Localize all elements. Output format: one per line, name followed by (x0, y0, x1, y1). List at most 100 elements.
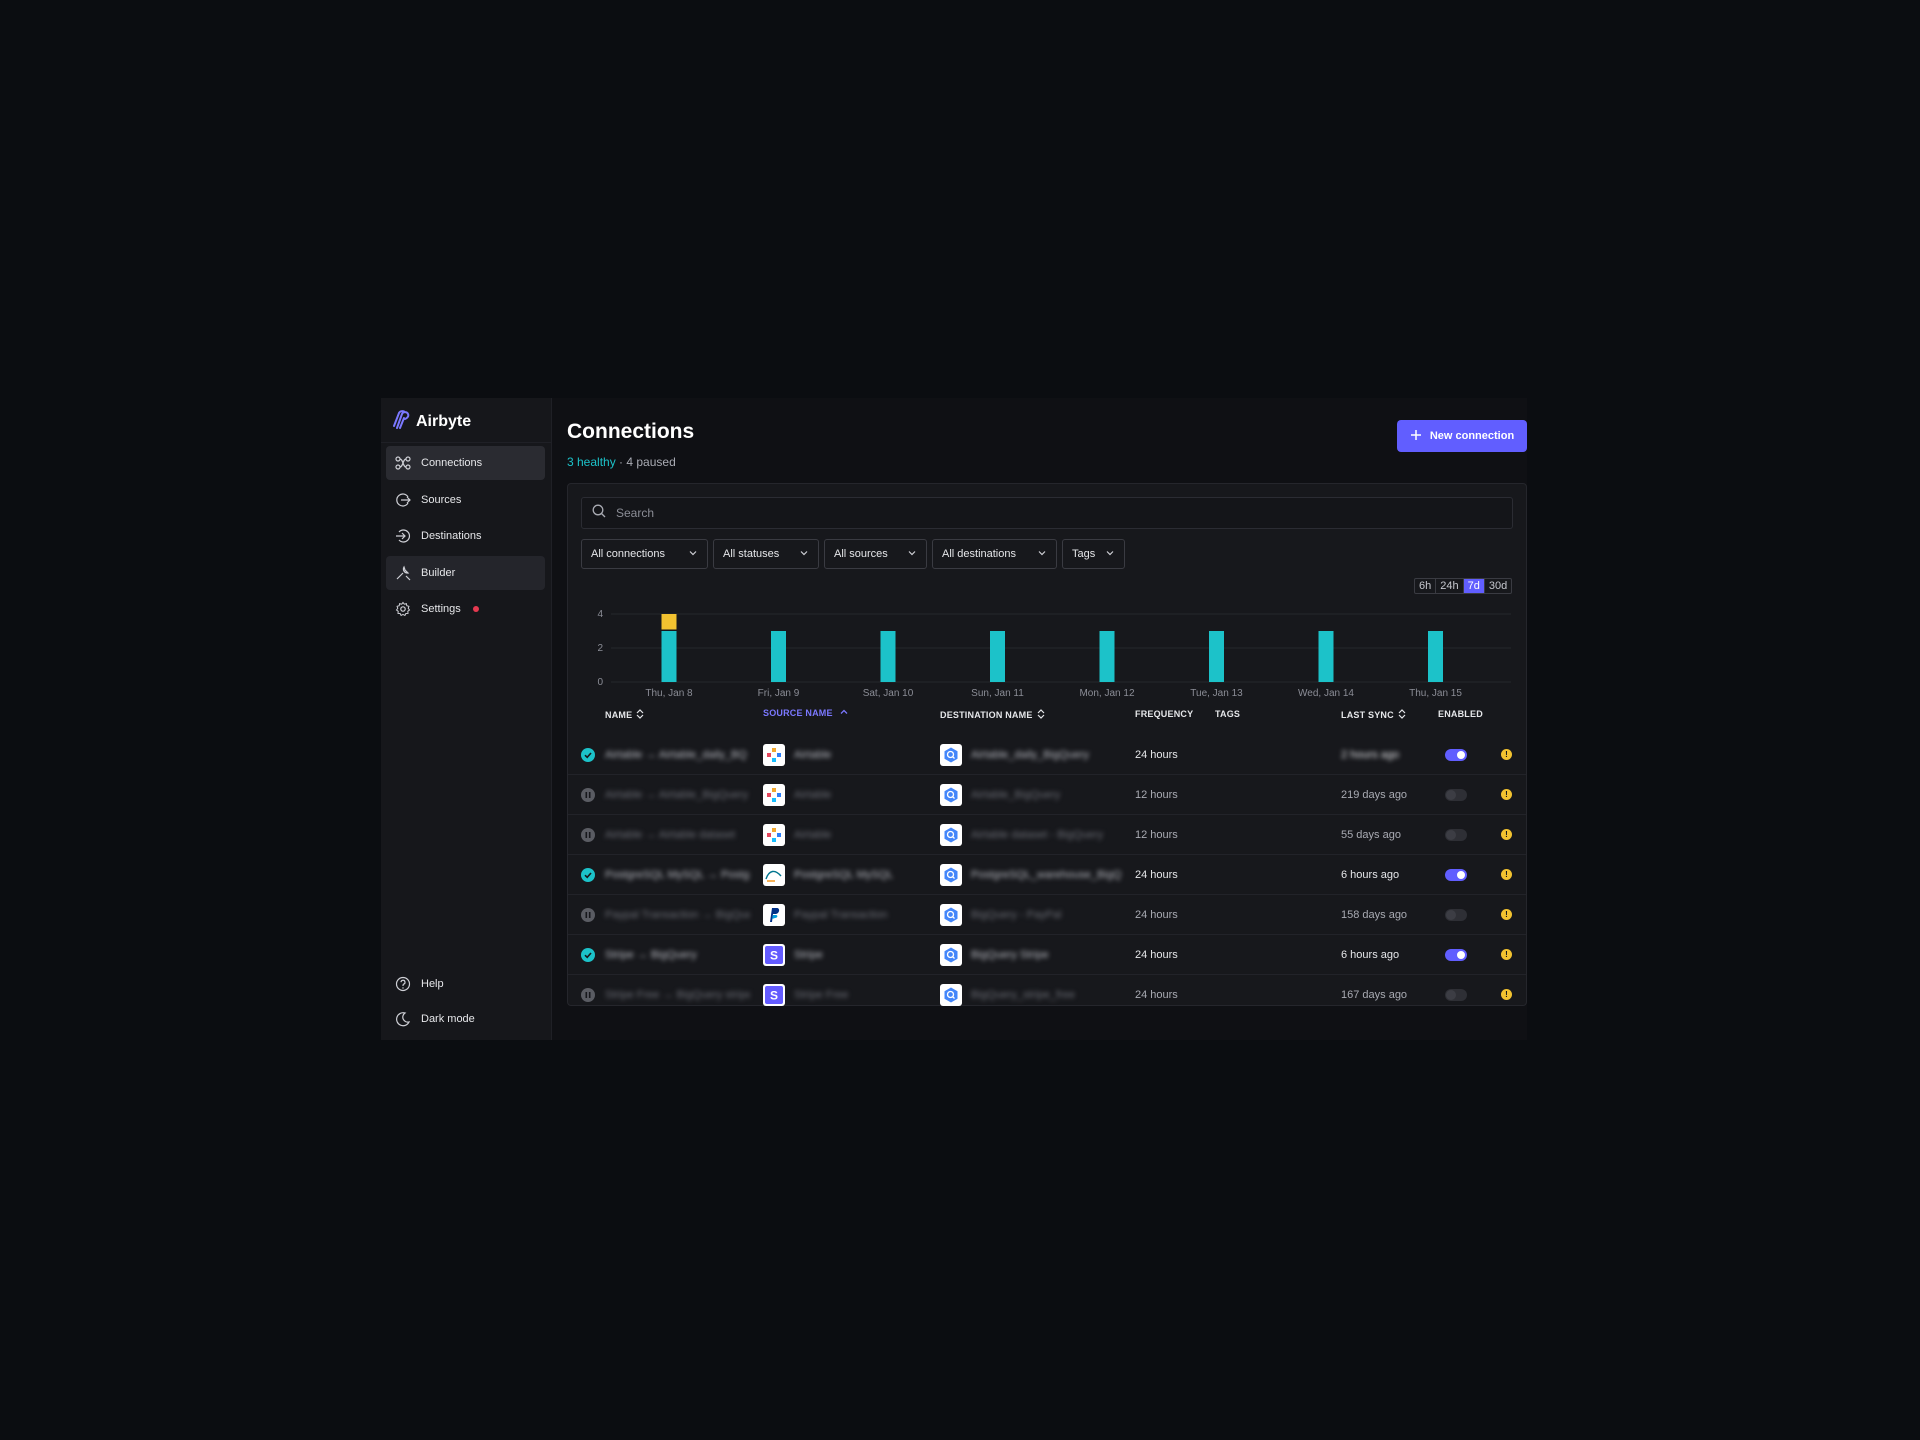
info-warning-icon[interactable]: ! (1501, 989, 1512, 1000)
destination-name[interactable]: Airtable dataset - BigQuery (971, 815, 1121, 854)
sidebar-item-label: Sources (421, 494, 462, 506)
table-row[interactable]: Stripe → BigQuery S Stripe BigQuery Stripe 2… (568, 934, 1526, 974)
sort-icon (1037, 709, 1045, 721)
sidebar-item-help[interactable]: Help (386, 967, 545, 1001)
source-name[interactable]: PostgreSQL MySQL (794, 855, 924, 894)
chart-bar-success[interactable] (1318, 631, 1334, 682)
chart-bar-success[interactable] (1428, 631, 1443, 682)
sidebar-item-settings[interactable]: Settings (386, 592, 545, 626)
table-row[interactable]: Airtable → Airtable_daily_BQ Airtable Airt… (568, 735, 1526, 774)
search-input[interactable] (614, 505, 1498, 521)
time-range-option-24h[interactable]: 24h (1436, 579, 1464, 593)
destination-name[interactable]: PostgreSQL_warehouse_BigQuery (971, 855, 1121, 894)
table-row[interactable]: Airtable → Airtable dataset Airtable Airta… (568, 814, 1526, 854)
connection-name[interactable]: PostgreSQL MySQL → Postgres (605, 855, 750, 894)
status-cell (581, 975, 595, 1014)
source-name[interactable]: Paypal Transaction (794, 895, 924, 934)
column-header-last-sync[interactable]: LAST SYNC (1341, 709, 1406, 721)
sidebar-item-dark-mode[interactable]: Dark mode (386, 1002, 545, 1036)
column-header-name[interactable]: NAME (605, 709, 644, 721)
destination-name[interactable]: Airtable_daily_BigQuery (971, 735, 1121, 774)
table-header: NAME SOURCE NAME DESTINATION NAME FREQUE… (568, 708, 1526, 729)
chevron-down-icon (1105, 548, 1115, 561)
destination-logo (940, 975, 962, 1014)
summary-separator: · (615, 455, 627, 469)
brand-logo[interactable]: Airbyte (391, 409, 471, 435)
chart-bar-success[interactable] (771, 631, 786, 682)
sort-icon (1398, 709, 1406, 721)
source-name[interactable]: Stripe (794, 935, 924, 974)
frequency: 24 hours (1135, 948, 1178, 961)
source-name[interactable]: Airtable (794, 775, 924, 814)
sidebar-item-destinations[interactable]: Destinations (386, 519, 545, 553)
enabled-cell (1445, 775, 1467, 814)
chart-bar-success[interactable] (880, 631, 896, 682)
chart-bar-success[interactable] (990, 631, 1005, 682)
destination-logo (940, 815, 962, 854)
enabled-toggle[interactable] (1445, 988, 1467, 1001)
chart-bar-warning[interactable] (661, 614, 677, 630)
connection-name[interactable]: Stripe Free → BigQuery stripe (605, 975, 750, 1014)
source-name[interactable]: Stripe Free (794, 975, 924, 1014)
info-warning-icon[interactable]: ! (1501, 749, 1512, 760)
info-warning-icon[interactable]: ! (1501, 829, 1512, 840)
filter-statuses-dropdown[interactable]: All statuses (713, 539, 819, 569)
time-range-option-6h[interactable]: 6h (1415, 579, 1437, 593)
status-cell (581, 735, 595, 774)
filter-tags-dropdown[interactable]: Tags (1062, 539, 1125, 569)
paypal-logo-icon (763, 903, 785, 926)
sidebar-item-connections[interactable]: Connections (386, 446, 545, 480)
enabled-toggle[interactable] (1445, 948, 1467, 961)
enabled-toggle[interactable] (1445, 908, 1467, 921)
info-warning-icon[interactable]: ! (1501, 789, 1512, 800)
chart-bar-success[interactable] (661, 631, 677, 682)
column-header-destination-name[interactable]: DESTINATION NAME (940, 709, 1045, 721)
enabled-toggle[interactable] (1445, 868, 1467, 881)
table-row[interactable]: Airtable → Airtable_BigQuery Airtable Airt… (568, 774, 1526, 814)
x-tick-label: Sun, Jan 11 (971, 688, 1024, 699)
page-title: Connections (567, 420, 695, 443)
source-name[interactable]: Airtable (794, 815, 924, 854)
table-row[interactable]: PostgreSQL MySQL → Postgres PostgreSQL My… (568, 854, 1526, 894)
connection-name[interactable]: Airtable → Airtable dataset (605, 815, 750, 854)
destination-name[interactable]: BigQuery - PayPal (971, 895, 1121, 934)
sidebar-item-label: Help (421, 978, 444, 990)
destination-name[interactable]: BigQuery_stripe_free (971, 975, 1121, 1014)
info-warning-icon[interactable]: ! (1501, 869, 1512, 880)
info-warning-icon[interactable]: ! (1501, 949, 1512, 960)
source-name[interactable]: Airtable (794, 735, 924, 774)
connection-name[interactable]: Airtable → Airtable_BigQuery (605, 775, 750, 814)
stripe-logo-icon: S (763, 983, 785, 1006)
connection-name[interactable]: Airtable → Airtable_daily_BQ (605, 735, 750, 774)
sidebar-item-sources[interactable]: Sources (386, 483, 545, 517)
chart-bar-success[interactable] (1099, 631, 1115, 682)
table-row[interactable]: Paypal Transaction → BigQuery Paypal Tran… (568, 894, 1526, 934)
filter-sources-dropdown[interactable]: All sources (824, 539, 927, 569)
source-logo (763, 855, 785, 894)
filter-destinations-dropdown[interactable]: All destinations (932, 539, 1057, 569)
filter-connections-dropdown[interactable]: All connections (581, 539, 708, 569)
app-window: Airbyte Connections Sources Destinations (381, 398, 1527, 1040)
toggle-knob (1446, 909, 1456, 920)
enabled-toggle[interactable] (1445, 828, 1467, 841)
warning-cell: ! (1501, 935, 1512, 974)
connection-name[interactable]: Paypal Transaction → BigQuery (605, 895, 750, 934)
time-range-option-30d[interactable]: 30d (1485, 579, 1511, 593)
time-range-option-7d[interactable]: 7d (1463, 579, 1485, 593)
plus-icon (1410, 429, 1422, 444)
column-header-source-name[interactable]: SOURCE NAME (763, 708, 848, 718)
search-box[interactable] (581, 497, 1513, 529)
connection-name[interactable]: Stripe → BigQuery (605, 935, 750, 974)
table-row[interactable]: Stripe Free → BigQuery stripe S Stripe Fre… (568, 974, 1526, 1014)
enabled-toggle[interactable] (1445, 788, 1467, 801)
enabled-toggle[interactable] (1445, 748, 1467, 761)
airbyte-logo-icon (391, 409, 411, 435)
new-connection-button[interactable]: New connection (1397, 420, 1527, 452)
info-warning-icon[interactable]: ! (1501, 909, 1512, 920)
chart-bar-success[interactable] (1209, 631, 1224, 682)
sidebar-item-builder[interactable]: Builder (386, 556, 545, 590)
destination-logo (940, 935, 962, 974)
destination-name[interactable]: Airtable_BigQuery (971, 775, 1121, 814)
destination-name[interactable]: BigQuery Stripe (971, 935, 1121, 974)
connection-summary: 3 healthy · 4 paused (567, 455, 676, 469)
